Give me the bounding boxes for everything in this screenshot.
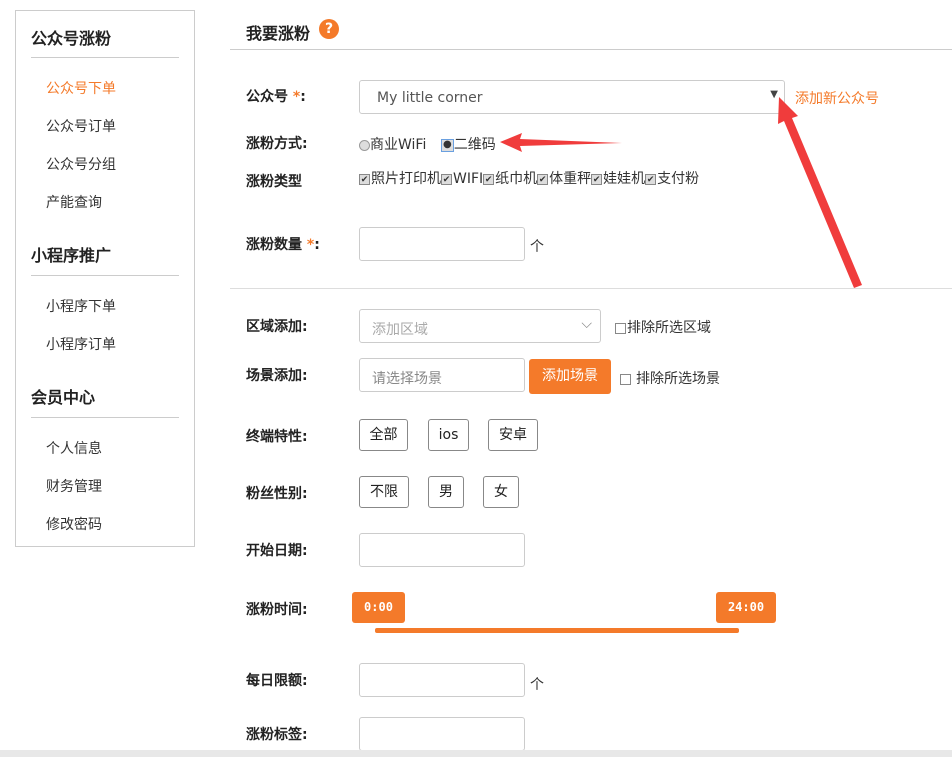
arrow-up-icon	[778, 97, 862, 288]
annotation-arrows	[500, 97, 862, 288]
arrow-left-icon	[500, 133, 622, 152]
